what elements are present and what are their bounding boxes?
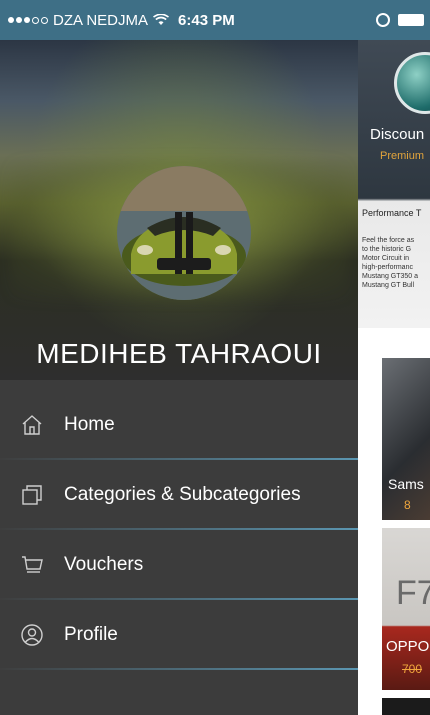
cart-icon xyxy=(20,553,44,577)
status-right xyxy=(376,13,424,27)
promo-line: Mustang GT350 a xyxy=(362,273,419,280)
avatar[interactable] xyxy=(117,166,251,300)
main-content: Discoun Premium Performance T Feel the f… xyxy=(358,40,430,715)
carrier-name: DZA NEDJMA xyxy=(53,11,149,29)
status-time: 6:43 PM xyxy=(178,11,235,29)
menu-item-home[interactable]: Home xyxy=(0,390,358,460)
promo-subtitle: Premium xyxy=(380,150,425,162)
status-left: DZA NEDJMA 6:43 PM xyxy=(0,12,235,29)
menu-label: Profile xyxy=(64,624,118,645)
user-name: MEDIHEB TAHRAOUI xyxy=(36,338,322,369)
menu-label: Categories & Subcategories xyxy=(64,484,301,505)
drawer-menu: Home Categories & Subcategories Vouchers… xyxy=(0,390,358,670)
categories-icon xyxy=(20,483,44,507)
drawer-header: MEDIHEB TAHRAOUI xyxy=(0,40,358,380)
menu-item-vouchers[interactable]: Vouchers xyxy=(0,530,358,600)
promo-line: high-performanc xyxy=(362,264,413,271)
product-price: 8 xyxy=(404,498,411,512)
product-price: 700 xyxy=(402,662,423,676)
status-bar: DZA NEDJMA 6:43 PM xyxy=(0,0,430,40)
promo-line: Feel the force as xyxy=(362,237,415,244)
battery-icon xyxy=(398,14,424,26)
signal-strength-icon xyxy=(8,16,48,24)
promo-banner[interactable]: Discoun Premium Performance T Feel the f… xyxy=(358,40,430,328)
promo-description: Feel the force as to the historic G Moto… xyxy=(362,236,430,290)
menu-label: Vouchers xyxy=(64,554,144,575)
navigation-drawer: MEDIHEB TAHRAOUI Home Categories & Subca… xyxy=(0,40,358,715)
promo-line: Motor Circuit in xyxy=(362,255,410,262)
menu-label: Home xyxy=(64,414,115,435)
menu-item-categories[interactable]: Categories & Subcategories xyxy=(0,460,358,530)
rotation-lock-icon xyxy=(376,13,390,27)
promo-line: Mustang GT Bull xyxy=(362,282,415,289)
product-card[interactable]: F7 OPPO 700 xyxy=(382,528,430,690)
product-label: OPPO xyxy=(386,638,430,655)
avatar-car-image xyxy=(117,166,251,300)
wifi-icon xyxy=(153,14,169,25)
product-card[interactable] xyxy=(382,698,430,715)
promo-logo-icon xyxy=(394,52,430,114)
product-label: Sams xyxy=(388,476,424,492)
product-card[interactable]: Sams 8 xyxy=(382,358,430,520)
promo-title: Discoun xyxy=(370,126,425,143)
profile-icon xyxy=(20,623,44,647)
promo-line: to the historic G xyxy=(362,246,412,253)
product-banner-text: F7 xyxy=(396,574,430,612)
home-icon xyxy=(20,413,44,437)
promo-section-title: Performance T xyxy=(362,208,422,218)
menu-item-profile[interactable]: Profile xyxy=(0,600,358,670)
